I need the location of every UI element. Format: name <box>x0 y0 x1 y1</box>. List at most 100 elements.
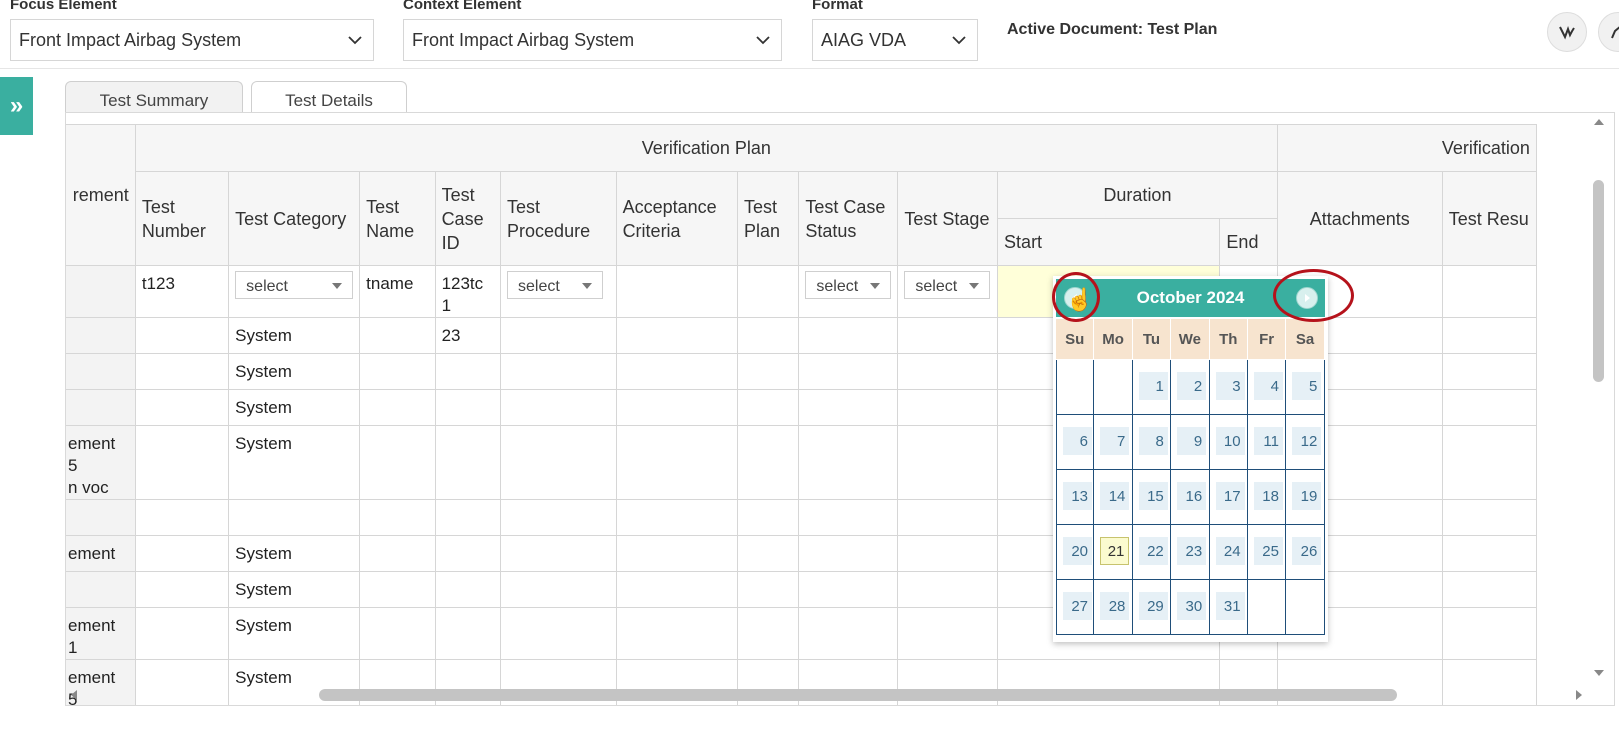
horizontal-scroll-thumb[interactable] <box>319 689 1397 701</box>
test-result-cell[interactable] <box>1441 607 1538 660</box>
scroll-down-icon[interactable] <box>1593 668 1605 678</box>
calendar-day[interactable]: 29 <box>1138 592 1168 620</box>
test-case-id-cell[interactable] <box>434 425 502 500</box>
test-case-status-select[interactable]: select <box>805 271 892 299</box>
test-number-cell[interactable] <box>134 499 230 536</box>
calendar-day[interactable]: 6 <box>1063 427 1092 455</box>
test-name-cell[interactable] <box>359 389 436 426</box>
test-stage-cell[interactable] <box>897 353 999 390</box>
test-procedure-cell[interactable]: select <box>500 265 617 318</box>
test-result-cell[interactable] <box>1441 353 1538 390</box>
test-plan-cell[interactable] <box>736 607 800 660</box>
calendar-day[interactable]: 25 <box>1253 537 1283 565</box>
vertical-scroll-thumb[interactable] <box>1593 180 1604 382</box>
calendar-day[interactable]: 22 <box>1138 537 1168 565</box>
calendar-day[interactable]: 30 <box>1177 592 1207 620</box>
expand-sidebar-button[interactable]: » <box>0 77 33 135</box>
calendar-day[interactable]: 1 <box>1138 372 1168 400</box>
test-case-id-cell[interactable]: 23 <box>434 317 502 354</box>
focus-element-select[interactable]: Front Impact Airbag System <box>10 19 374 61</box>
test-category-cell[interactable]: System <box>228 389 361 426</box>
test-case-id-cell[interactable]: 123tc 1 <box>434 265 502 318</box>
tab-test-summary[interactable]: Test Summary <box>65 81 243 113</box>
test-case-status-cell[interactable] <box>798 535 899 572</box>
test-stage-cell[interactable] <box>897 607 999 660</box>
test-category-cell[interactable] <box>228 499 361 536</box>
test-case-status-cell[interactable] <box>798 317 899 354</box>
test-case-id-cell[interactable] <box>434 389 502 426</box>
test-name-cell[interactable] <box>359 571 436 608</box>
acceptance-criteria-cell[interactable] <box>615 425 738 500</box>
test-plan-cell[interactable] <box>736 265 800 318</box>
test-case-status-cell[interactable] <box>798 425 899 500</box>
requirement-cell[interactable] <box>66 353 136 390</box>
calendar-day[interactable]: 18 <box>1253 482 1283 510</box>
calendar-day[interactable]: 11 <box>1253 427 1283 455</box>
test-case-id-cell[interactable] <box>434 571 502 608</box>
requirement-cell[interactable] <box>66 499 136 536</box>
requirement-cell[interactable] <box>66 571 136 608</box>
requirement-cell[interactable] <box>66 389 136 426</box>
test-plan-cell[interactable] <box>736 353 800 390</box>
test-case-id-cell[interactable] <box>434 535 502 572</box>
test-number-cell[interactable] <box>134 389 230 426</box>
format-select[interactable]: AIAG VDA <box>812 19 978 61</box>
tab-test-details[interactable]: Test Details <box>251 81 407 113</box>
test-result-cell[interactable] <box>1441 317 1538 354</box>
test-stage-cell[interactable] <box>897 425 999 500</box>
calendar-day-today[interactable]: 21 <box>1100 537 1130 565</box>
test-stage-cell[interactable] <box>897 499 999 536</box>
test-case-status-cell[interactable] <box>798 389 899 426</box>
test-number-cell[interactable]: t123 <box>134 265 230 318</box>
test-plan-cell[interactable] <box>736 535 800 572</box>
requirement-cell[interactable]: ement <box>66 535 136 572</box>
test-category-cell[interactable]: System <box>228 571 361 608</box>
acceptance-criteria-cell[interactable] <box>615 571 738 608</box>
pen-button[interactable] <box>1598 12 1619 52</box>
test-name-cell[interactable] <box>359 425 436 500</box>
test-number-cell[interactable] <box>134 571 230 608</box>
calendar-day[interactable]: 26 <box>1292 537 1322 565</box>
calendar-day[interactable]: 24 <box>1215 537 1245 565</box>
test-result-cell[interactable] <box>1441 535 1538 572</box>
test-stage-select[interactable]: select <box>904 271 991 299</box>
test-category-cell[interactable]: System <box>228 535 361 572</box>
calendar-day[interactable]: 17 <box>1215 482 1245 510</box>
calendar-day[interactable]: 13 <box>1063 482 1092 510</box>
test-category-cell[interactable]: select <box>228 265 361 318</box>
calendar-day[interactable]: 15 <box>1138 482 1168 510</box>
test-case-status-cell[interactable]: select <box>798 265 899 318</box>
test-procedure-select[interactable]: select <box>507 271 604 299</box>
test-number-cell[interactable] <box>134 607 230 660</box>
calendar-day[interactable]: 4 <box>1253 372 1283 400</box>
calendar-day[interactable]: 20 <box>1063 537 1092 565</box>
calendar-day[interactable]: 19 <box>1292 482 1322 510</box>
test-case-id-cell[interactable] <box>434 607 502 660</box>
test-case-id-cell[interactable] <box>434 353 502 390</box>
test-name-cell[interactable]: tname <box>359 265 436 318</box>
test-result-cell[interactable] <box>1441 389 1538 426</box>
test-plan-cell[interactable] <box>736 571 800 608</box>
calendar-day[interactable]: 7 <box>1100 427 1130 455</box>
test-stage-cell[interactable] <box>897 317 999 354</box>
test-category-cell[interactable]: System <box>228 607 361 660</box>
test-category-cell[interactable]: System <box>228 425 361 500</box>
acceptance-criteria-cell[interactable] <box>615 535 738 572</box>
test-procedure-cell[interactable] <box>500 389 617 426</box>
test-name-cell[interactable] <box>359 317 436 354</box>
test-name-cell[interactable] <box>359 535 436 572</box>
acceptance-criteria-cell[interactable] <box>615 389 738 426</box>
test-number-cell[interactable] <box>134 317 230 354</box>
test-procedure-cell[interactable] <box>500 317 617 354</box>
acceptance-criteria-cell[interactable] <box>615 499 738 536</box>
test-result-cell[interactable] <box>1441 499 1538 536</box>
calendar-day[interactable]: 8 <box>1138 427 1168 455</box>
test-category-cell[interactable]: System <box>228 353 361 390</box>
calendar-day[interactable]: 16 <box>1177 482 1207 510</box>
test-plan-cell[interactable] <box>736 425 800 500</box>
calendar-day[interactable]: 10 <box>1215 427 1245 455</box>
test-case-status-cell[interactable] <box>798 499 899 536</box>
requirement-cell[interactable] <box>66 317 136 354</box>
acceptance-criteria-cell[interactable] <box>615 265 738 318</box>
requirement-cell[interactable]: ement 1 <box>66 607 136 660</box>
